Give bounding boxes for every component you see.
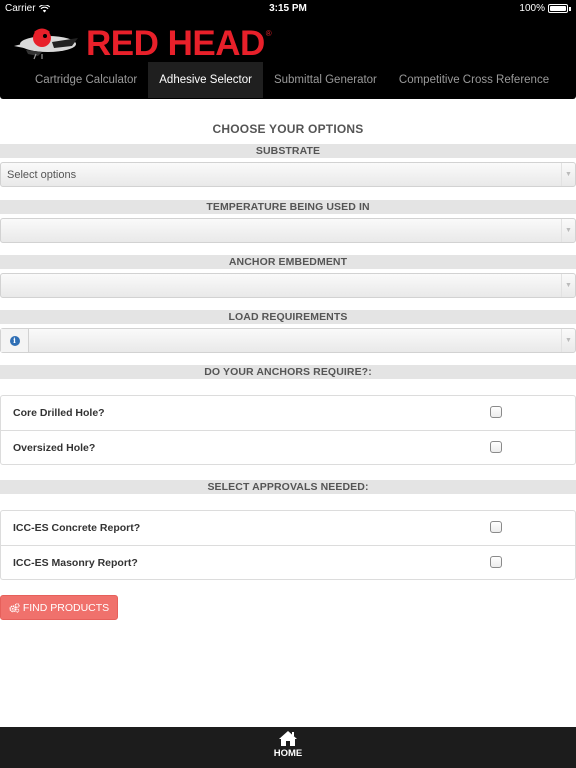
anchors-require-group: Core Drilled Hole? Oversized Hole? — [0, 395, 576, 465]
tab-cartridge-calculator[interactable]: Cartridge Calculator — [0, 62, 148, 98]
oversized-hole-checkbox[interactable] — [490, 441, 502, 453]
option-label: ICC-ES Concrete Report? — [13, 522, 141, 534]
temperature-label: TEMPERATURE BEING USED IN — [0, 200, 576, 214]
chevron-down-icon: ▼ — [561, 329, 575, 352]
substrate-select-value: Select options — [7, 168, 77, 181]
chevron-down-icon: ▼ — [561, 274, 575, 297]
find-products-label: FIND PRODUCTS — [22, 601, 110, 614]
gears-icon — [9, 602, 20, 613]
main-nav: Cartridge Calculator Adhesive Selector S… — [0, 62, 560, 98]
approvals-label: SELECT APPROVALS NEEDED: — [0, 480, 576, 494]
option-label: Core Drilled Hole? — [13, 407, 105, 419]
option-icc-es-masonry[interactable]: ICC-ES Masonry Report? — [1, 545, 575, 579]
embedment-label: ANCHOR EMBEDMENT — [0, 255, 576, 269]
info-button[interactable]: i — [1, 329, 29, 352]
chevron-down-icon: ▼ — [561, 219, 575, 242]
tab-adhesive-selector[interactable]: Adhesive Selector — [148, 62, 263, 98]
battery-icon — [548, 4, 568, 13]
battery-indicator: 100% — [519, 3, 571, 14]
load-requirements-select[interactable]: i ▼ — [0, 328, 576, 353]
substrate-label: SUBSTRATE — [0, 144, 576, 158]
icc-es-concrete-checkbox[interactable] — [490, 521, 502, 533]
substrate-select[interactable]: Select options ▼ — [0, 162, 576, 187]
anchors-require-label: DO YOUR ANCHORS REQUIRE?: — [0, 365, 576, 379]
home-label: HOME — [273, 748, 303, 759]
core-drilled-hole-checkbox[interactable] — [490, 406, 502, 418]
status-time: 3:15 PM — [269, 3, 307, 14]
status-bar: Carrier 3:15 PM 100% — [0, 0, 576, 17]
home-icon — [279, 731, 297, 746]
registered-mark: ® — [265, 29, 272, 38]
page-title: CHOOSE YOUR OPTIONS — [212, 122, 364, 136]
embedment-select[interactable]: ▼ — [0, 273, 576, 298]
tab-competitive-cross-reference[interactable]: Competitive Cross Reference — [388, 62, 560, 98]
logo-bird-icon — [14, 28, 78, 60]
temperature-select[interactable]: ▼ — [0, 218, 576, 243]
battery-percent: 100% — [519, 3, 545, 14]
brand-logo[interactable]: RED HEAD ® — [12, 23, 272, 63]
tab-submittal-generator[interactable]: Submittal Generator — [263, 62, 388, 98]
find-products-button[interactable]: FIND PRODUCTS — [0, 595, 118, 620]
battery-nub — [569, 6, 571, 11]
home-button[interactable]: HOME — [0, 730, 576, 759]
logo-text: RED HEAD — [86, 23, 265, 63]
bottom-toolbar: HOME — [0, 727, 576, 768]
icc-es-masonry-checkbox[interactable] — [490, 556, 502, 568]
option-icc-es-concrete[interactable]: ICC-ES Concrete Report? — [1, 511, 575, 545]
approvals-group: ICC-ES Concrete Report? ICC-ES Masonry R… — [0, 510, 576, 580]
chevron-down-icon: ▼ — [561, 163, 575, 186]
option-label: ICC-ES Masonry Report? — [13, 556, 138, 569]
option-label: Oversized Hole? — [13, 441, 96, 454]
option-oversized-hole[interactable]: Oversized Hole? — [1, 430, 575, 464]
option-core-drilled-hole[interactable]: Core Drilled Hole? — [1, 396, 575, 430]
info-icon: i — [9, 335, 20, 346]
app-header: RED HEAD ® Cartridge Calculator Adhesive… — [0, 17, 576, 99]
load-requirements-label: LOAD REQUIREMENTS — [0, 310, 576, 324]
